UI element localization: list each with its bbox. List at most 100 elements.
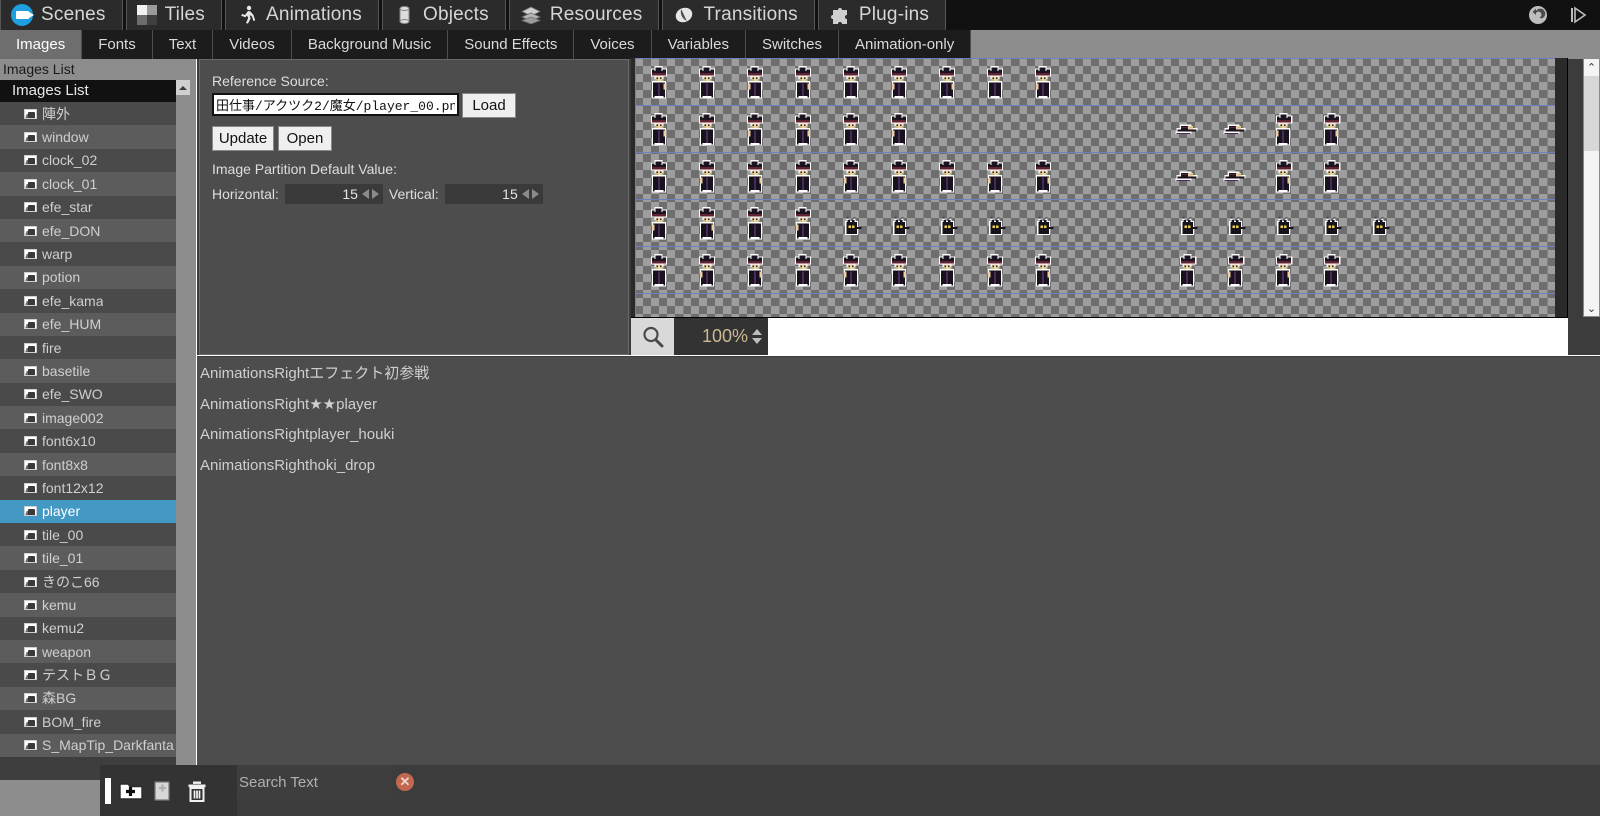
list-item[interactable]: 陣外 (0, 102, 190, 125)
image-thumbnail-icon (24, 272, 37, 282)
tab-animation-only[interactable]: Animation-only (839, 30, 971, 59)
list-item[interactable]: font6x10 (0, 429, 190, 452)
tab-switches[interactable]: Switches (746, 30, 839, 59)
tab-label: Sound Effects (464, 36, 557, 53)
sprite-frame (693, 65, 721, 102)
tab-text[interactable]: Text (153, 30, 214, 59)
list-item[interactable]: efe_DON (0, 219, 190, 242)
list-item[interactable]: basetile (0, 359, 190, 382)
canvas-scrollbar-thumb[interactable] (1584, 76, 1599, 151)
running-person-icon (236, 4, 258, 26)
list-item[interactable]: image002 (0, 406, 190, 429)
canvas-scroll-down-icon[interactable]: ⌄ (1584, 300, 1599, 316)
magnifier-icon[interactable] (631, 318, 674, 356)
list-item[interactable]: efe_SWO (0, 383, 190, 406)
list-item[interactable]: tile_01 (0, 546, 190, 569)
sprite-frame (1173, 253, 1201, 290)
tab-label: Voices (590, 36, 634, 53)
list-item[interactable]: S_MapTip_Darkfanta (0, 734, 190, 757)
list-item[interactable]: きのこ66 (0, 570, 190, 593)
trash-icon[interactable] (184, 778, 210, 804)
menu-item-objects[interactable]: Objects (382, 0, 506, 30)
menu-label: Resources (550, 4, 643, 26)
sprite-frame (981, 253, 1009, 290)
menu-item-transitions[interactable]: Transitions (662, 0, 814, 30)
tab-images[interactable]: Images (0, 30, 82, 59)
images-list-scroll[interactable]: 陣外windowclock_02clock_01efe_starefe_DONw… (0, 102, 190, 757)
zoom-decrease-icon[interactable] (752, 338, 762, 344)
canvas-vertical-scrollbar[interactable]: ⌃ ⌄ (1583, 58, 1600, 317)
horizontal-stepper[interactable]: 15 (285, 184, 383, 204)
images-list-scrollbar[interactable] (176, 80, 190, 780)
scrollbar-thumb[interactable] (177, 95, 189, 527)
undo-button[interactable] (1526, 3, 1550, 27)
tab-videos[interactable]: Videos (213, 30, 292, 59)
list-item[interactable]: efe_HUM (0, 313, 190, 336)
tab-voices[interactable]: Voices (574, 30, 651, 59)
decrement-icon[interactable] (362, 189, 369, 199)
search-field-wrapper (237, 765, 392, 799)
animations-usage-list: AnimationsRightエフェクト初参戦 AnimationsRight★… (197, 357, 1600, 765)
scroll-up-button[interactable] (176, 80, 190, 95)
menu-item-animations[interactable]: Animations (225, 0, 379, 30)
list-item[interactable]: テストＢＧ (0, 663, 190, 686)
list-item[interactable]: fire (0, 336, 190, 359)
list-item[interactable]: kemu (0, 593, 190, 616)
list-item[interactable]: font12x12 (0, 476, 190, 499)
canvas-scroll-up-icon[interactable]: ⌃ (1584, 59, 1599, 75)
list-item[interactable]: kemu2 (0, 617, 190, 640)
menu-item-plugins[interactable]: Plug-ins (818, 0, 946, 30)
reference-source-input[interactable] (212, 93, 459, 116)
list-item[interactable]: warp (0, 242, 190, 265)
list-item[interactable]: potion (0, 266, 190, 289)
decrement-icon[interactable] (522, 189, 529, 199)
increment-icon[interactable] (532, 189, 539, 199)
tab-background-music[interactable]: Background Music (292, 30, 448, 59)
list-item[interactable]: AnimationsRight★★player (197, 388, 1600, 419)
list-item[interactable]: AnimationsRightエフェクト初参戦 (197, 357, 1600, 388)
animation-entry-label: AnimationsRight★★player (200, 395, 377, 413)
list-item[interactable]: efe_kama (0, 289, 190, 312)
list-item[interactable]: window (0, 125, 190, 148)
search-clear-button[interactable]: ✕ (396, 773, 414, 791)
vertical-stepper[interactable]: 15 (445, 184, 543, 204)
sprite-frame (789, 253, 817, 290)
open-button[interactable]: Open (278, 126, 332, 151)
image-name-label: efe_SWO (42, 386, 103, 402)
image-thumbnail-icon (24, 155, 37, 165)
load-button[interactable]: Load (462, 93, 516, 118)
zoom-increase-icon[interactable] (752, 329, 762, 335)
list-item[interactable]: clock_01 (0, 172, 190, 195)
list-item[interactable]: tile_00 (0, 523, 190, 546)
tab-fonts[interactable]: Fonts (82, 30, 153, 59)
sprite-sheet-canvas[interactable] (631, 58, 1568, 355)
toolbar-drag-handle[interactable] (105, 778, 111, 804)
zoom-value-field[interactable]: 100% (674, 318, 768, 356)
tab-sound-effects[interactable]: Sound Effects (448, 30, 574, 59)
menu-item-scenes[interactable]: Scenes (0, 0, 123, 30)
list-item[interactable]: efe_star (0, 196, 190, 219)
increment-icon[interactable] (372, 189, 379, 199)
list-item[interactable]: AnimationsRightplayer_houki (197, 419, 1600, 450)
image-thumbnail-icon (24, 296, 37, 306)
image-name-label: efe_kama (42, 293, 103, 309)
play-button[interactable] (1566, 3, 1590, 27)
sprite-frame (933, 65, 961, 102)
search-input[interactable] (237, 774, 392, 791)
page-plus-icon[interactable] (151, 778, 177, 804)
menu-item-tiles[interactable]: Tiles (126, 0, 222, 30)
menu-item-resources[interactable]: Resources (509, 0, 660, 30)
list-item[interactable]: BOM_fire (0, 710, 190, 733)
folder-plus-icon[interactable] (118, 778, 144, 804)
list-item[interactable]: 森BG (0, 687, 190, 710)
list-item[interactable]: weapon (0, 640, 190, 663)
sprite-frame (693, 112, 721, 149)
image-thumbnail-icon (24, 132, 37, 142)
tab-variables[interactable]: Variables (652, 30, 746, 59)
list-item[interactable]: clock_02 (0, 149, 190, 172)
list-item[interactable]: player (0, 500, 190, 523)
update-button[interactable]: Update (212, 126, 274, 151)
sprite-frame (1269, 159, 1297, 196)
list-item[interactable]: font8x8 (0, 453, 190, 476)
list-item[interactable]: AnimationsRighthoki_drop (197, 450, 1600, 481)
